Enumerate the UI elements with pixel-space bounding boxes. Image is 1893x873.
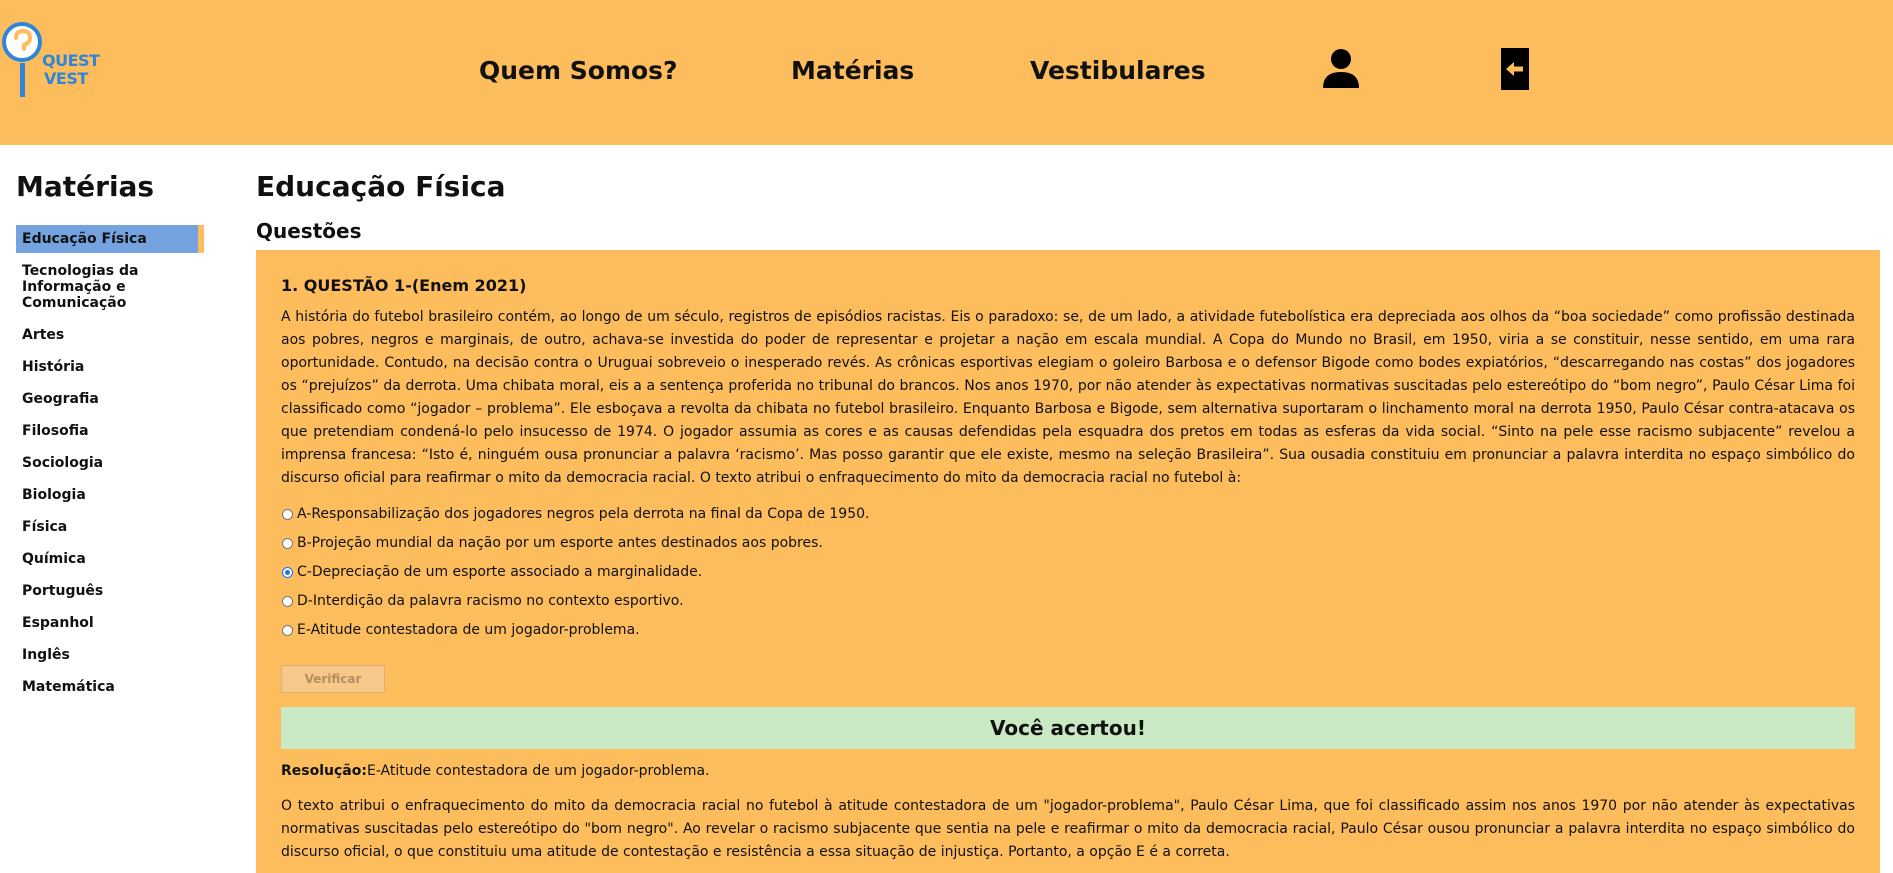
sidebar-item-historia[interactable]: História (16, 353, 204, 381)
option-e-label: E-Atitude contestadora de um jogador-pro… (297, 622, 640, 638)
sidebar-item-ingles[interactable]: Inglês (16, 641, 204, 669)
option-b[interactable]: B-Projeção mundial da nação por um espor… (281, 529, 1855, 558)
sidebar-item-sociologia[interactable]: Sociologia (16, 449, 204, 477)
sidebar-item-artes[interactable]: Artes (16, 321, 204, 349)
sidebar-item-matematica[interactable]: Matemática (16, 673, 204, 701)
sidebar-item-educacao-fisica[interactable]: Educação Física (16, 225, 204, 253)
result-banner: Você acertou! (281, 707, 1855, 749)
site-header: QUEST VEST Quem Somos? Matérias Vestibul… (0, 0, 1893, 145)
answer-options: A-Responsabilização dos jogadores negros… (281, 500, 1855, 645)
sidebar-item-biologia[interactable]: Biologia (16, 481, 204, 509)
sidebar-item-fisica[interactable]: Física (16, 513, 204, 541)
option-e[interactable]: E-Atitude contestadora de um jogador-pro… (281, 616, 1855, 645)
option-b-radio[interactable] (282, 538, 293, 549)
verify-button[interactable]: Verificar (281, 665, 385, 693)
question-text: A história do futebol brasileiro contém,… (281, 309, 1855, 486)
sidebar-item-geografia[interactable]: Geografia (16, 385, 204, 413)
page-title: Educação Física (256, 170, 506, 203)
sidebar: Matérias Educação Física Tecnologias da … (16, 170, 206, 705)
option-c[interactable]: C-Depreciação de um esporte associado a … (281, 558, 1855, 587)
resolution-label: Resolução: (281, 763, 367, 779)
option-d[interactable]: D-Interdição da palavra racismo no conte… (281, 587, 1855, 616)
nav-vestibulares[interactable]: Vestibulares (1030, 56, 1206, 86)
option-c-radio[interactable] (282, 567, 293, 578)
user-icon[interactable] (1323, 48, 1359, 88)
logo-line2: VEST (44, 69, 88, 88)
question-title: 1. QUESTÃO 1-(Enem 2021) (281, 276, 527, 295)
resolution-answer: E-Atitude contestadora de um jogador-pro… (366, 763, 710, 779)
logo-text: QUEST VEST (42, 51, 100, 88)
option-a-label: A-Responsabilização dos jogadores negros… (297, 506, 870, 522)
sidebar-item-espanhol[interactable]: Espanhol (16, 609, 204, 637)
resolution: Resolução:E-Atitude contestadora de um j… (281, 761, 1855, 781)
option-d-radio[interactable] (282, 596, 293, 607)
sidebar-item-filosofia[interactable]: Filosofia (16, 417, 204, 445)
explanation-text: O texto atribui o enfraquecimento do mit… (281, 798, 1855, 860)
main-content: Educação Física Questões (256, 170, 1880, 243)
option-a-radio[interactable] (282, 509, 293, 520)
sidebar-title: Matérias (16, 170, 155, 203)
sidebar-item-portugues[interactable]: Português (16, 577, 204, 605)
option-c-label: C-Depreciação de um esporte associado a … (297, 564, 703, 580)
nav-quem-somos[interactable]: Quem Somos? (479, 56, 678, 86)
option-d-label: D-Interdição da palavra racismo no conte… (297, 593, 684, 609)
option-a[interactable]: A-Responsabilização dos jogadores negros… (281, 500, 1855, 529)
option-b-label: B-Projeção mundial da nação por um espor… (297, 535, 823, 551)
exit-icon[interactable] (1501, 48, 1529, 90)
logo-line1: QUEST (42, 51, 100, 70)
option-e-radio[interactable] (282, 625, 293, 636)
nav-materias[interactable]: Matérias (791, 56, 914, 86)
logo[interactable]: QUEST VEST (0, 20, 110, 100)
sidebar-item-tecnologias[interactable]: Tecnologias da Informação e Comunicação (16, 257, 204, 317)
section-title: Questões (256, 219, 362, 243)
question-card: 1. QUESTÃO 1-(Enem 2021) A história do f… (256, 250, 1880, 873)
sidebar-item-quimica[interactable]: Química (16, 545, 204, 573)
